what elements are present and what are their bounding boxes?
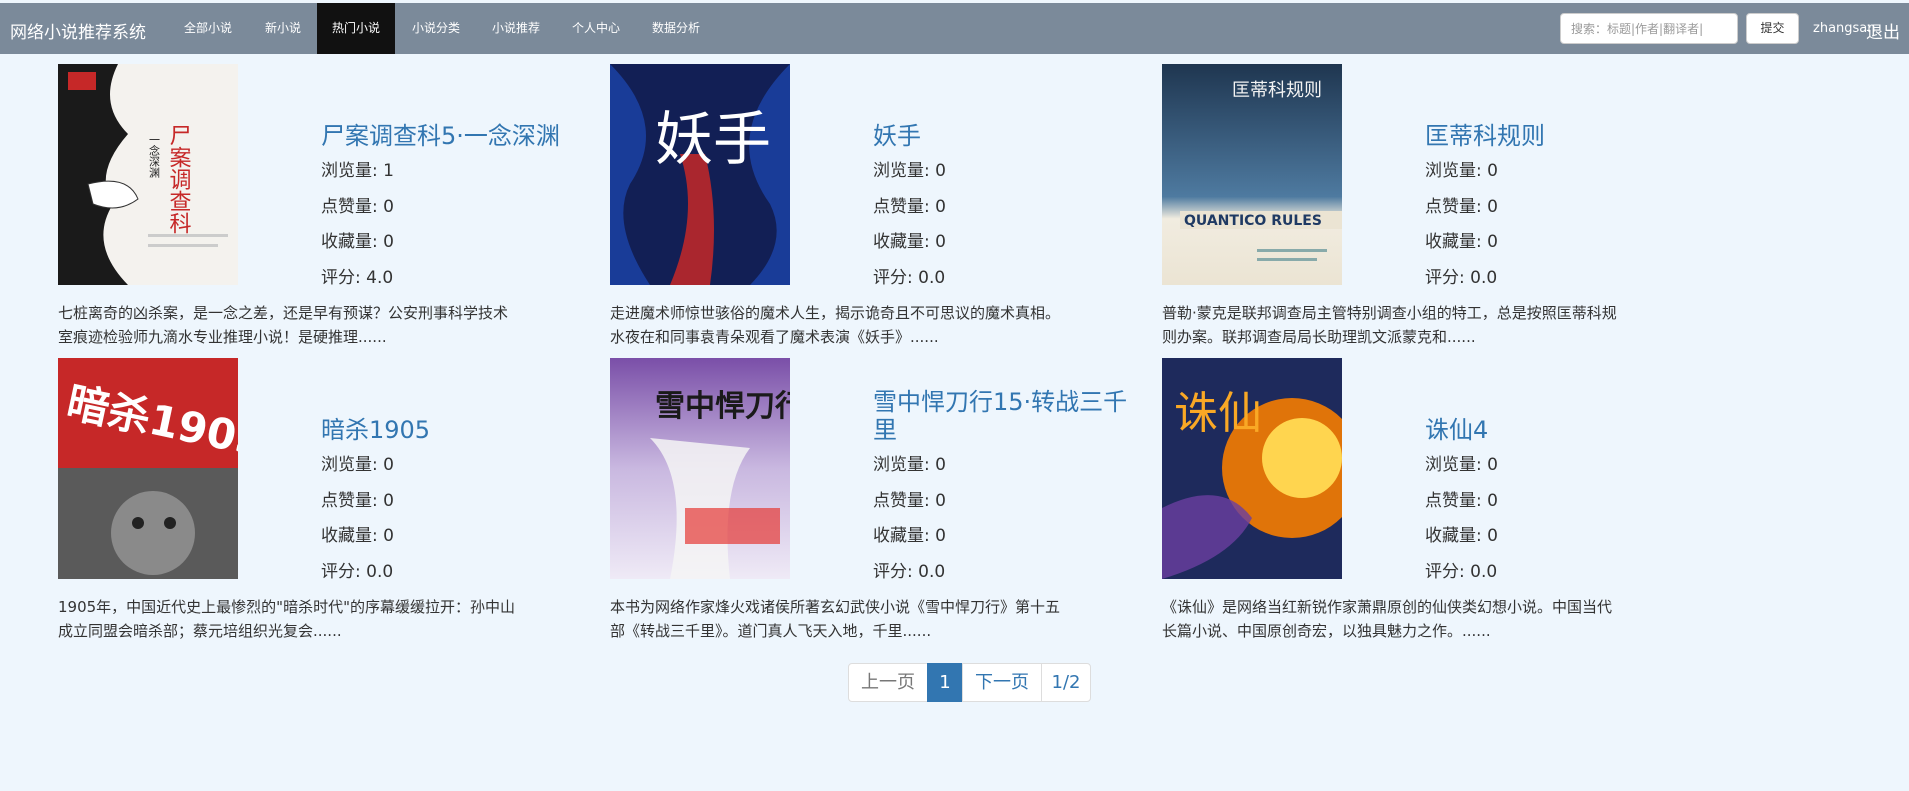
book-description: 走进魔术师惊世骇俗的魔术人生，揭示诡奇且不可思议的魔术真相。 水夜在和同事袁青朵…	[610, 304, 1061, 346]
book-card: 雪中悍刀行 雪中悍刀行15·转战三千里 浏览量: 0 点赞量: 0 收藏量: 0…	[610, 358, 1130, 648]
book-card: 诛仙 诛仙4 浏览量: 0 点赞量: 0 收藏量: 0 评分: 0.0 《诛仙》…	[1162, 358, 1682, 648]
cover-title-text: 雪中悍刀行	[655, 389, 790, 424]
book-card: 妖手 妖手 浏览量: 0 点赞量: 0 收藏量: 0 评分: 0.0 走进魔术师…	[610, 64, 1130, 354]
rating-value: 0.0	[1470, 562, 1498, 582]
favorites-stat: 收藏量: 0	[321, 526, 394, 546]
views-value: 0	[935, 161, 946, 181]
book-title-link[interactable]: 尸案调查科5·一念深渊	[321, 122, 586, 150]
top-navbar: 网络小说推荐系统 全部小说 新小说 热门小说 小说分类 小说推荐 个人中心 数据…	[0, 3, 1909, 54]
rating-stat: 评分: 4.0	[321, 268, 394, 288]
rating-stat: 评分: 0.0	[873, 268, 946, 288]
rating-value: 0.0	[366, 562, 394, 582]
views-stat: 浏览量: 0	[1425, 455, 1498, 475]
favorites-stat: 收藏量: 0	[1425, 526, 1498, 546]
book-description: 1905年，中国近代史上最惨烈的"暗杀时代"的序幕缓缓拉开：孙中山 成立同盟会暗…	[58, 598, 515, 640]
favorites-stat: 收藏量: 0	[1425, 232, 1498, 252]
book-cover[interactable]: 匡蒂科规则 QUANTICO RULES	[1162, 64, 1342, 285]
likes-stat: 点赞量: 0	[321, 491, 394, 511]
brand-title[interactable]: 网络小说推荐系统	[10, 18, 146, 43]
rating-value: 4.0	[366, 268, 394, 288]
likes-value: 0	[383, 491, 394, 511]
favorites-stat: 收藏量: 0	[873, 526, 946, 546]
book-card: 匡蒂科规则 QUANTICO RULES 匡蒂科规则 浏览量: 0 点赞量: 0…	[1162, 64, 1682, 354]
likes-value: 0	[383, 197, 394, 217]
book-cover[interactable]: 尸案调查科 一念深渊	[58, 64, 238, 285]
rating-stat: 评分: 0.0	[1425, 268, 1498, 288]
page-1-button[interactable]: 1	[927, 663, 963, 702]
favorites-value: 0	[383, 526, 394, 546]
likes-stat: 点赞量: 0	[873, 491, 946, 511]
views-stat: 浏览量: 0	[1425, 161, 1498, 181]
rating-value: 0.0	[918, 562, 946, 582]
nav-analytics[interactable]: 数据分析	[642, 3, 710, 54]
views-stat: 浏览量: 0	[321, 455, 394, 475]
cover-title-text: 诛仙	[1174, 388, 1262, 439]
favorites-value: 0	[935, 232, 946, 252]
book-description: 《诛仙》是网络当红新锐作家萧鼎原创的仙侠类幻想小说。中国当代 长篇小说、中国原创…	[1162, 598, 1613, 640]
book-description: 本书为网络作家烽火戏诸侯所著玄幻武侠小说《雪中悍刀行》第十五 部《转战三千里》。…	[610, 598, 1061, 640]
views-stat: 浏览量: 0	[873, 161, 946, 181]
book-title-link[interactable]: 匡蒂科规则	[1425, 122, 1690, 150]
next-page-button[interactable]: 下一页	[962, 663, 1042, 702]
book-description: 七桩离奇的凶杀案，是一念之差，还是早有预谋？公安刑事科学技术 室痕迹检验师九滴水…	[58, 304, 509, 346]
favorites-value: 0	[1487, 526, 1498, 546]
book-description: 普勒·蒙克是联邦调查局主管特别调查小组的特工，总是按照匡蒂科规 则办案。联邦调查…	[1162, 304, 1617, 346]
nav-hot-novels[interactable]: 热门小说	[317, 3, 395, 54]
likes-stat: 点赞量: 0	[1425, 197, 1498, 217]
cover-title-text: 匡蒂科规则	[1232, 80, 1322, 101]
views-value: 0	[1487, 455, 1498, 475]
favorites-stat: 收藏量: 0	[873, 232, 946, 252]
likes-value: 0	[1487, 197, 1498, 217]
logout-link[interactable]: 退出	[1866, 18, 1900, 43]
book-cover[interactable]: 雪中悍刀行	[610, 358, 790, 579]
nav-recommend[interactable]: 小说推荐	[482, 3, 550, 54]
cover-subtitle-text: 一念深渊	[148, 134, 161, 179]
favorites-stat: 收藏量: 0	[321, 232, 394, 252]
rating-stat: 评分: 0.0	[321, 562, 394, 582]
page-total-indicator[interactable]: 1/2	[1041, 663, 1091, 702]
likes-value: 0	[935, 197, 946, 217]
book-title-link[interactable]: 雪中悍刀行15·转战三千里	[873, 388, 1138, 444]
book-cover[interactable]: 妖手	[610, 64, 790, 285]
book-card: 暗杀1905 暗杀1905 浏览量: 0 点赞量: 0 收藏量: 0 评分: 0…	[58, 358, 578, 648]
views-stat: 浏览量: 1	[321, 161, 394, 181]
search-input[interactable]	[1560, 13, 1738, 44]
rating-value: 0.0	[918, 268, 946, 288]
rating-stat: 评分: 0.0	[873, 562, 946, 582]
likes-stat: 点赞量: 0	[321, 197, 394, 217]
rating-value: 0.0	[1470, 268, 1498, 288]
nav-profile[interactable]: 个人中心	[562, 3, 630, 54]
views-stat: 浏览量: 0	[873, 455, 946, 475]
submit-button[interactable]: 提交	[1746, 13, 1799, 44]
views-value: 0	[1487, 161, 1498, 181]
nav-categories[interactable]: 小说分类	[402, 3, 470, 54]
nav-new-novels[interactable]: 新小说	[253, 3, 313, 54]
prev-page-button[interactable]: 上一页	[848, 663, 928, 702]
favorites-value: 0	[383, 232, 394, 252]
rating-stat: 评分: 0.0	[1425, 562, 1498, 582]
views-value: 0	[383, 455, 394, 475]
nav-all-novels[interactable]: 全部小说	[171, 3, 245, 54]
book-card: 尸案调查科 一念深渊 尸案调查科5·一念深渊 浏览量: 1 点赞量: 0 收藏量…	[58, 64, 578, 354]
likes-stat: 点赞量: 0	[873, 197, 946, 217]
cover-subtitle-text: QUANTICO RULES	[1184, 213, 1322, 229]
views-value: 0	[935, 455, 946, 475]
likes-value: 0	[1487, 491, 1498, 511]
book-cover[interactable]: 诛仙	[1162, 358, 1342, 579]
book-title-link[interactable]: 妖手	[873, 122, 1138, 150]
favorites-value: 0	[935, 526, 946, 546]
cover-title-text: 妖手	[655, 105, 771, 173]
book-cover[interactable]: 暗杀1905	[58, 358, 238, 579]
book-title-link[interactable]: 暗杀1905	[321, 416, 586, 444]
book-title-link[interactable]: 诛仙4	[1425, 416, 1690, 444]
cover-title-text: 尸案调查科	[166, 124, 192, 234]
likes-stat: 点赞量: 0	[1425, 491, 1498, 511]
favorites-value: 0	[1487, 232, 1498, 252]
likes-value: 0	[935, 491, 946, 511]
views-value: 1	[383, 161, 394, 181]
